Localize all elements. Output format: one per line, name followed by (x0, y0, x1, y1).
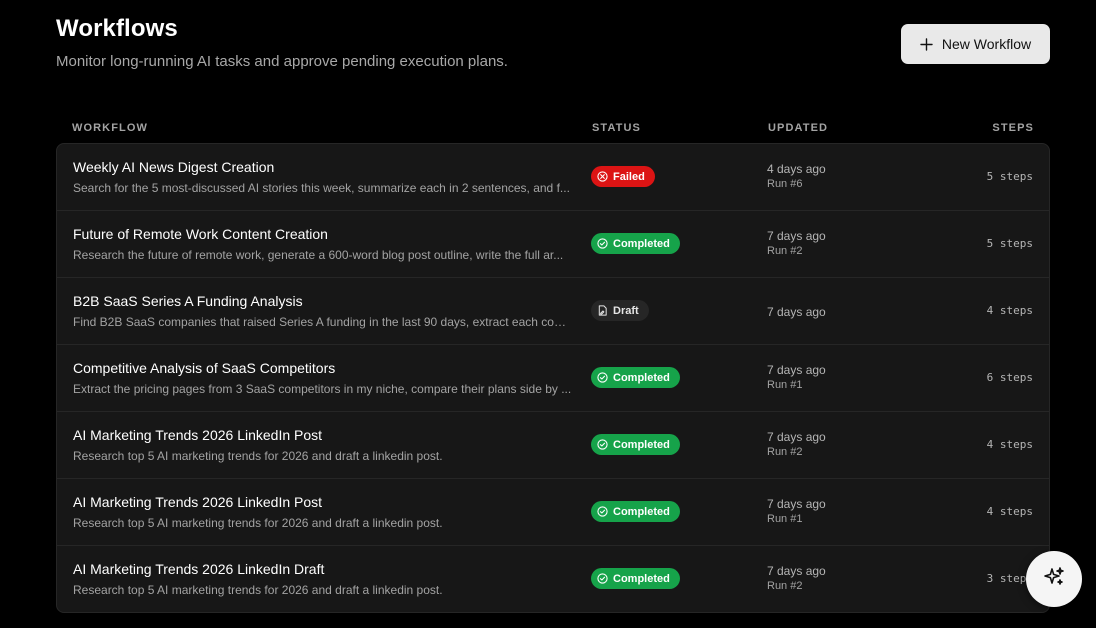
updated-time: 7 days ago (767, 497, 826, 511)
x-circle-icon (597, 171, 608, 182)
check-circle-icon (597, 238, 608, 249)
workflow-description: Research top 5 AI marketing trends for 2… (73, 583, 443, 597)
updated-time: 7 days ago (767, 363, 826, 377)
table-row[interactable]: B2B SaaS Series A Funding Analysis Find B… (57, 278, 1049, 345)
workflow-description: Search for the 5 most-discussed AI stori… (73, 181, 570, 195)
step-count: 4 steps (986, 438, 1033, 451)
status-label: Completed (613, 237, 670, 250)
workflow-title: B2B SaaS Series A Funding Analysis (73, 293, 303, 309)
updated-time: 7 days ago (767, 564, 826, 578)
workflow-table: Weekly AI News Digest Creation Search for… (56, 143, 1050, 613)
run-number: Run #2 (767, 446, 803, 458)
workflow-title: Future of Remote Work Content Creation (73, 226, 328, 242)
status-badge: Draft (591, 300, 649, 321)
check-circle-icon (597, 573, 608, 584)
status-label: Completed (613, 371, 670, 384)
column-header-workflow: WORKFLOW (72, 122, 149, 134)
run-number: Run #1 (767, 513, 803, 525)
run-number: Run #2 (767, 580, 803, 592)
run-number: Run #1 (767, 379, 803, 391)
status-label: Completed (613, 505, 670, 518)
check-circle-icon (597, 439, 608, 450)
status-label: Draft (613, 304, 639, 317)
draft-file-icon (597, 305, 608, 316)
page-title: Workflows (56, 15, 178, 42)
updated-time: 7 days ago (767, 305, 826, 319)
table-row[interactable]: AI Marketing Trends 2026 LinkedIn Post Re… (57, 479, 1049, 546)
table-row[interactable]: Future of Remote Work Content Creation Re… (57, 211, 1049, 278)
updated-time: 7 days ago (767, 430, 826, 444)
column-header-steps: STEPS (992, 122, 1034, 134)
sparkles-icon (1042, 565, 1066, 594)
status-badge: Failed (591, 166, 655, 187)
workflow-description: Research top 5 AI marketing trends for 2… (73, 449, 443, 463)
check-circle-icon (597, 372, 608, 383)
workflow-title: Competitive Analysis of SaaS Competitors (73, 360, 336, 376)
status-label: Completed (613, 438, 670, 451)
column-header-status: STATUS (592, 122, 641, 134)
page-subtitle: Monitor long-running AI tasks and approv… (56, 53, 508, 70)
status-label: Completed (613, 572, 670, 585)
table-header: WORKFLOW STATUS UPDATED STEPS (56, 122, 1050, 136)
workflow-title: AI Marketing Trends 2026 LinkedIn Draft (73, 561, 325, 577)
new-workflow-button[interactable]: New Workflow (901, 24, 1050, 64)
column-header-updated: UPDATED (768, 122, 829, 134)
status-badge: Completed (591, 367, 680, 388)
check-circle-icon (597, 506, 608, 517)
workflow-description: Extract the pricing pages from 3 SaaS co… (73, 382, 572, 396)
new-workflow-label: New Workflow (941, 36, 1032, 52)
step-count: 5 steps (986, 170, 1033, 183)
step-count: 5 steps (986, 237, 1033, 250)
workflow-description: Research top 5 AI marketing trends for 2… (73, 516, 443, 530)
ai-assistant-button[interactable] (1026, 551, 1082, 607)
status-badge: Completed (591, 434, 680, 455)
step-count: 4 steps (986, 505, 1033, 518)
run-number: Run #2 (767, 245, 803, 257)
status-badge: Completed (591, 501, 680, 522)
updated-time: 7 days ago (767, 229, 826, 243)
workflow-description: Find B2B SaaS companies that raised Seri… (73, 315, 573, 329)
table-row[interactable]: AI Marketing Trends 2026 LinkedIn Post Re… (57, 412, 1049, 479)
workflow-title: AI Marketing Trends 2026 LinkedIn Post (73, 427, 323, 443)
step-count: 6 steps (986, 371, 1033, 384)
status-badge: Completed (591, 233, 680, 254)
step-count: 4 steps (986, 304, 1033, 317)
run-number: Run #6 (767, 178, 803, 190)
workflow-title: AI Marketing Trends 2026 LinkedIn Post (73, 494, 323, 510)
workflow-title: Weekly AI News Digest Creation (73, 159, 275, 175)
workflows-page: Workflows Monitor long-running AI tasks … (0, 0, 1096, 628)
table-row[interactable]: Weekly AI News Digest Creation Search for… (57, 144, 1049, 211)
updated-time: 4 days ago (767, 162, 826, 176)
status-badge: Completed (591, 568, 680, 589)
table-row[interactable]: Competitive Analysis of SaaS Competitors… (57, 345, 1049, 412)
table-row[interactable]: AI Marketing Trends 2026 LinkedIn Draft R… (57, 546, 1049, 612)
workflow-description: Research the future of remote work, gene… (73, 248, 564, 262)
status-label: Failed (613, 170, 645, 183)
plus-icon (920, 37, 933, 51)
